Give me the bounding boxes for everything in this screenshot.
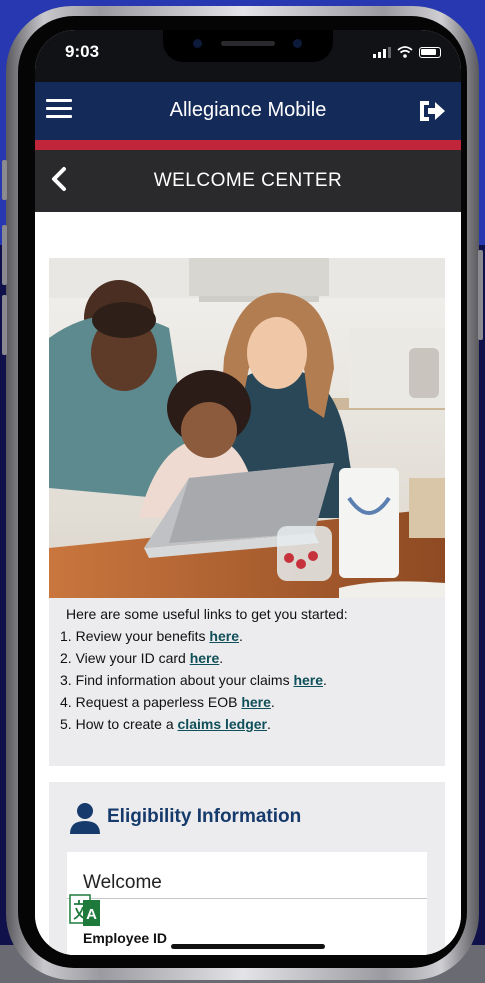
eligibility-title: Eligibility Information bbox=[107, 806, 302, 827]
main-content[interactable]: Here are some useful links to get you st… bbox=[35, 212, 461, 955]
claims-info-link[interactable]: here bbox=[293, 672, 323, 688]
app-header: Allegiance Mobile bbox=[35, 82, 461, 150]
paperless-eob-link[interactable]: here bbox=[241, 694, 271, 710]
list-number: 4. bbox=[60, 694, 72, 710]
list-number: 5. bbox=[60, 716, 72, 732]
list-item: 1. Review your benefits here. bbox=[60, 628, 440, 644]
list-number: 3. bbox=[60, 672, 72, 688]
list-text: How to create a bbox=[75, 716, 178, 732]
id-card-link[interactable]: here bbox=[190, 650, 220, 666]
list-number: 2. bbox=[60, 650, 72, 666]
speaker-grille bbox=[221, 41, 275, 46]
notch bbox=[163, 30, 333, 62]
list-number: 1. bbox=[60, 628, 72, 644]
battery-icon bbox=[419, 47, 441, 58]
welcome-card: Here are some useful links to get you st… bbox=[49, 258, 445, 766]
list-text: Review your benefits bbox=[75, 628, 210, 644]
employee-id-label: Employee ID bbox=[83, 930, 168, 946]
list-punct: . bbox=[323, 672, 327, 688]
sign-out-icon[interactable] bbox=[417, 97, 447, 125]
links-intro: Here are some useful links to get you st… bbox=[66, 606, 348, 622]
family-laptop-image bbox=[49, 258, 445, 598]
phone-side-button bbox=[2, 225, 7, 285]
benefits-link[interactable]: here bbox=[209, 628, 239, 644]
list-punct: . bbox=[219, 650, 224, 666]
welcome-label: Welcome bbox=[83, 872, 162, 893]
list-punct: . bbox=[267, 716, 271, 732]
translate-icon-letter: A bbox=[86, 906, 97, 923]
welcome-panel: Welcome A Employee ID bbox=[67, 852, 427, 955]
user-icon bbox=[70, 803, 100, 834]
list-item: 2. View your ID card here. bbox=[60, 650, 440, 666]
home-indicator[interactable] bbox=[171, 944, 325, 949]
translate-icon[interactable]: A bbox=[69, 894, 101, 928]
page-title: WELCOME CENTER bbox=[153, 170, 343, 191]
sensor-icon bbox=[293, 39, 302, 48]
list-item: 3. Find information about your claims he… bbox=[60, 672, 440, 688]
useful-links: Here are some useful links to get you st… bbox=[60, 606, 440, 738]
list-text: View your ID card bbox=[75, 650, 190, 666]
status-time: 9:03 bbox=[65, 42, 100, 61]
list-punct: . bbox=[239, 628, 243, 644]
claims-ledger-link[interactable]: claims ledger bbox=[178, 716, 268, 732]
phone-side-button bbox=[2, 160, 7, 200]
sub-header: WELCOME CENTER bbox=[35, 150, 461, 212]
camera-icon bbox=[193, 39, 202, 48]
list-item: 4. Request a paperless EOB here. bbox=[60, 694, 440, 710]
links-list: 1. Review your benefits here. 2. View yo… bbox=[60, 628, 440, 732]
wifi-icon bbox=[397, 46, 413, 58]
phone-side-button bbox=[478, 250, 483, 340]
list-item: 5. How to create a claims ledger. bbox=[60, 716, 440, 732]
list-punct: . bbox=[270, 694, 275, 710]
phone-side-button bbox=[2, 295, 7, 355]
list-text: Find information about your claims bbox=[75, 672, 294, 688]
screen: 9:03 Allegiance Mobile WELCOME CENTER He… bbox=[35, 30, 461, 955]
divider bbox=[67, 898, 427, 899]
status-bar: 9:03 bbox=[35, 30, 461, 82]
app-title: Allegiance Mobile bbox=[169, 99, 327, 121]
list-text: Request a paperless EOB bbox=[75, 694, 242, 710]
status-icons bbox=[373, 46, 441, 58]
eligibility-card: Eligibility Information Welcome A Employ… bbox=[49, 782, 445, 955]
signal-icon bbox=[373, 47, 391, 58]
